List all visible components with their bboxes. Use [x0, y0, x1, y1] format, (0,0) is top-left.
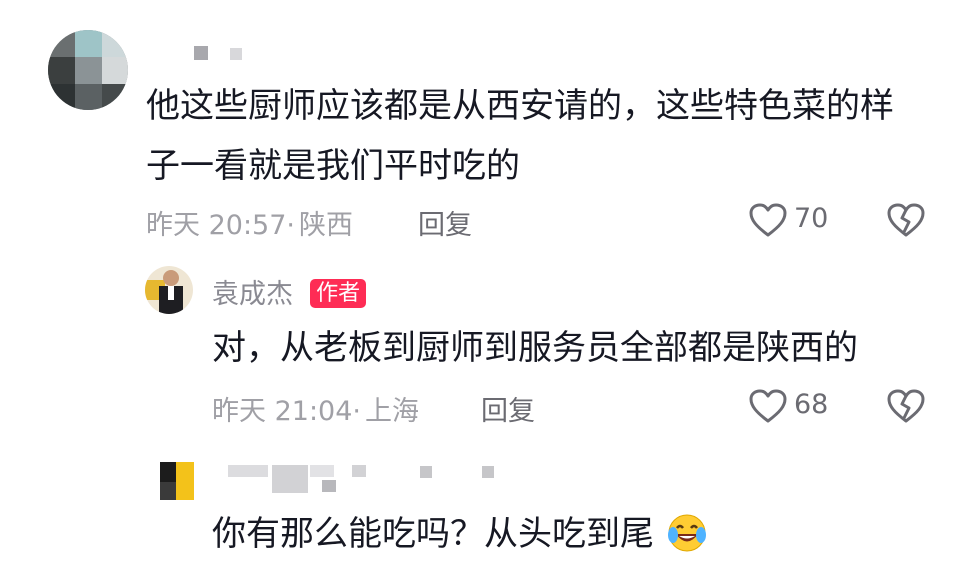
comment-text-3: 你有那么能吃吗？从头吃到尾	[212, 504, 709, 564]
comment-meta: 昨天 20:57· 陕西	[146, 203, 353, 242]
comment-text: 他这些厨师应该都是从西安请的，这些特色菜的样 子一看就是我们平时吃的	[146, 76, 946, 196]
like-count: 70	[794, 203, 829, 234]
reply-button[interactable]: 回复	[418, 203, 472, 242]
author-name[interactable]: 袁成杰	[212, 279, 293, 310]
reply-button[interactable]: 回复	[481, 389, 535, 428]
dislike-button[interactable]	[886, 202, 926, 238]
meta-separator: ·	[286, 210, 295, 241]
reply-time: 昨天 21:04	[212, 396, 353, 427]
reply-text: 对，从老板到厨师到服务员全部都是陕西的	[212, 328, 858, 368]
username-blur-block	[420, 466, 432, 478]
meta-separator: ·	[352, 396, 361, 427]
comment-time: 昨天 20:57	[146, 210, 287, 241]
reply-location: 上海	[365, 396, 419, 427]
heart-outline-icon	[749, 389, 787, 423]
commenter-username-blurred-3[interactable]	[228, 465, 268, 477]
comment-text: 你有那么能吃吗？从头吃到尾	[212, 514, 654, 554]
author-header: 袁成杰 作者	[212, 272, 367, 311]
username-blur-block	[272, 465, 308, 493]
author-avatar[interactable]	[145, 266, 193, 314]
like-button[interactable]: 68	[748, 386, 838, 426]
heart-outline-icon	[749, 203, 787, 237]
comment-location: 陕西	[299, 210, 353, 241]
commenter-avatar[interactable]	[48, 30, 128, 110]
reply-meta: 昨天 21:04· 上海	[212, 389, 419, 428]
broken-heart-icon	[887, 389, 925, 423]
commenter-username-blurred[interactable]	[194, 46, 208, 60]
laughing-crying-emoji	[665, 511, 709, 555]
author-badge: 作者	[310, 279, 367, 308]
like-count: 68	[794, 389, 829, 420]
username-blur-block	[352, 465, 366, 477]
comment-text-line1: 他这些厨师应该都是从西安请的，这些特色菜的样	[146, 86, 894, 126]
like-button[interactable]: 70	[748, 200, 838, 240]
dislike-button[interactable]	[886, 388, 926, 424]
username-blur-block	[310, 465, 334, 477]
broken-heart-icon	[887, 203, 925, 237]
comment-text-line2: 子一看就是我们平时吃的	[146, 146, 520, 186]
username-blur-block	[322, 480, 336, 492]
commenter-avatar-3[interactable]	[160, 462, 194, 500]
commenter-username-blurred-2	[230, 48, 242, 60]
username-blur-block	[482, 466, 494, 478]
